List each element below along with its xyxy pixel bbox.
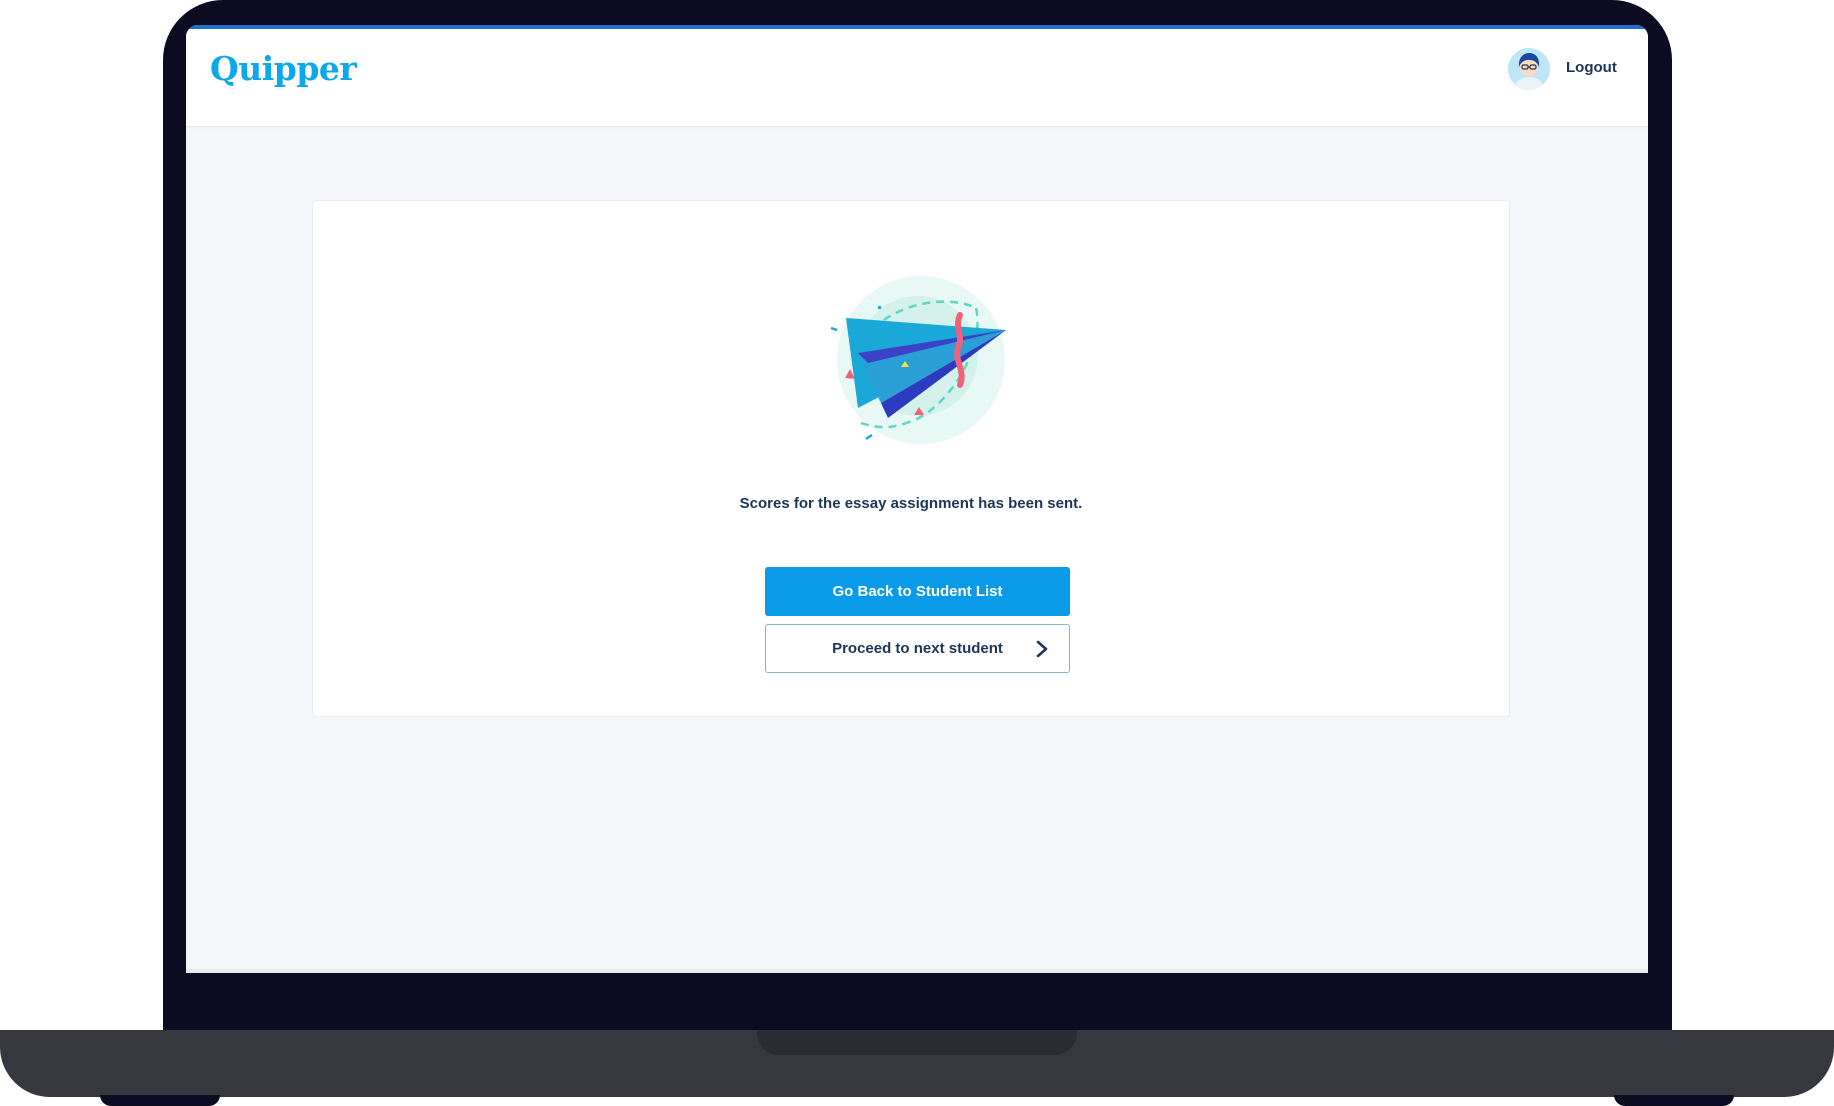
app-header: Quipper Logout [186, 29, 1648, 127]
user-avatar-icon[interactable] [1508, 48, 1550, 90]
paper-plane-icon [826, 273, 1016, 448]
chevron-right-icon [1036, 640, 1048, 658]
app-logo[interactable]: Quipper [210, 49, 357, 88]
laptop-foot-left [100, 1095, 220, 1106]
proceed-button-label: Proceed to next student [832, 640, 1003, 657]
app-screen: Quipper Logout Scores for the essay assi… [186, 25, 1648, 973]
laptop-foot-right [1614, 1095, 1734, 1106]
screen-bottom-divider [186, 969, 1648, 973]
confirmation-message: Scores for the essay assignment has been… [739, 495, 1083, 512]
laptop-mockup: Quipper Logout Scores for the essay assi… [0, 0, 1834, 1106]
confirmation-card: Scores for the essay assignment has been… [312, 200, 1510, 717]
proceed-to-next-student-button[interactable]: Proceed to next student [765, 624, 1070, 673]
logout-button[interactable]: Logout [1566, 55, 1626, 81]
go-back-to-student-list-button[interactable]: Go Back to Student List [765, 567, 1070, 616]
laptop-notch [757, 1030, 1077, 1055]
